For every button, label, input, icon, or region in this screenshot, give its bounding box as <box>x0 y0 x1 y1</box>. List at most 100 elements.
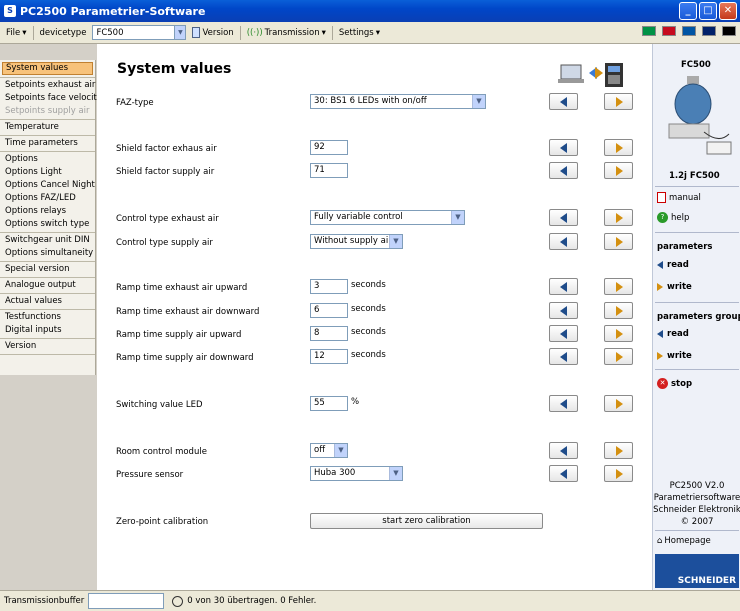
chevron-down-icon: ▼ <box>334 444 347 457</box>
sidebar-item[interactable]: Digital inputs <box>0 324 95 337</box>
ramp-ex-up-read-button[interactable] <box>549 278 578 295</box>
sidebar-item[interactable]: Setpoints exhaust air <box>0 79 95 92</box>
ramp-su-down-input[interactable]: 12 <box>310 349 348 364</box>
group-read-button[interactable]: read <box>657 329 689 339</box>
ctrl-supply-read-button[interactable] <box>549 233 578 250</box>
switch-led-read-button[interactable] <box>549 395 578 412</box>
sidebar-item[interactable]: Time parameters <box>0 137 95 150</box>
close-button[interactable]: ✕ <box>719 2 737 20</box>
pressure-write-button[interactable] <box>604 465 633 482</box>
shield-exhaust-read-button[interactable] <box>549 139 578 156</box>
sidebar-item: Setpoints supply air <box>5 106 90 116</box>
help-link[interactable]: ? help <box>657 212 689 223</box>
file-menu[interactable]: File ▾ <box>4 28 29 38</box>
sidebar-item[interactable]: Options <box>0 153 95 166</box>
ramp-ex-up-input[interactable]: 3 <box>310 279 348 294</box>
start-zero-calibration-button[interactable]: start zero calibration <box>310 513 543 529</box>
room-ctrl-read-button[interactable] <box>549 442 578 459</box>
switch-led-input[interactable]: 55 <box>310 396 348 411</box>
devicetype-value: FC500 <box>96 27 124 38</box>
stop-button[interactable]: ✕ stop <box>657 378 692 389</box>
title-bar: S PC2500 Parametrier-Software _ □ ✕ <box>0 0 740 22</box>
ctrl-supply-write-button[interactable] <box>604 233 633 250</box>
ramp-su-up-unit: seconds <box>351 327 386 337</box>
transmission-menu[interactable]: ((·)) Transmission ▾ <box>245 28 328 38</box>
pressure-read-button[interactable] <box>549 465 578 482</box>
ramp-su-up-read-button[interactable] <box>549 325 578 342</box>
room-ctrl-write-button[interactable] <box>604 442 633 459</box>
ctrl-exhaust-write-button[interactable] <box>604 209 633 226</box>
pressure-select[interactable]: Huba 300 ▼ <box>310 466 403 481</box>
transmission-buffer-field[interactable] <box>88 593 165 609</box>
sidebar-item[interactable]: Actual values <box>0 295 95 308</box>
faz-type-read-button[interactable] <box>549 93 578 110</box>
maximize-button[interactable]: □ <box>699 2 717 20</box>
sidebar-item[interactable]: Options Cancel Night <box>0 179 95 192</box>
home-icon: ⌂ <box>657 536 663 546</box>
sidebar-item[interactable]: Version <box>0 340 95 353</box>
homepage-label: Homepage <box>664 536 711 546</box>
language-flag-icon[interactable] <box>642 26 656 36</box>
shield-exhaust-write-button[interactable] <box>604 139 633 156</box>
shield-supply-value: 71 <box>314 165 325 175</box>
arrow-right-icon <box>616 143 623 153</box>
manual-link[interactable]: manual <box>657 192 701 203</box>
devicetype-select[interactable]: FC500 ▼ <box>92 25 187 40</box>
shield-exhaust-input[interactable]: 92 <box>310 140 348 155</box>
ramp-su-down-read-button[interactable] <box>549 348 578 365</box>
sidebar-item[interactable]: Special version <box>0 263 95 276</box>
parameters-write-button[interactable]: write <box>657 282 692 292</box>
sidebar-item[interactable]: Switchgear unit DIN <box>0 234 95 247</box>
ctrl-exhaust-read-button[interactable] <box>549 209 578 226</box>
app-icon: S <box>4 5 16 17</box>
sidebar-item[interactable]: Testfunctions <box>0 311 95 324</box>
sidebar-item[interactable]: Options Light <box>0 166 95 179</box>
sidebar-item[interactable]: Setpoints face velocity <box>0 92 102 105</box>
language-flag-icon[interactable] <box>702 26 716 36</box>
device-image-icon <box>659 74 735 164</box>
chevron-down-icon: ▼ <box>472 95 485 108</box>
homepage-link[interactable]: ⌂ Homepage <box>657 536 711 546</box>
version-button[interactable]: Version <box>190 27 235 38</box>
language-flag-icon[interactable] <box>682 26 696 36</box>
ramp-su-up-write-button[interactable] <box>604 325 633 342</box>
ramp-ex-down-read-button[interactable] <box>549 302 578 319</box>
ramp-ex-down-input[interactable]: 6 <box>310 303 348 318</box>
sidebar-item[interactable]: Options simultaneity <box>0 247 95 260</box>
ctrl-supply-select[interactable]: Without supply air ▼ <box>310 234 403 249</box>
sidebar-item[interactable]: Options relays <box>0 205 95 218</box>
minimize-button[interactable]: _ <box>679 2 697 20</box>
shield-supply-read-button[interactable] <box>549 162 578 179</box>
arrow-left-icon <box>657 260 663 269</box>
sidebar-item[interactable]: Options FAZ/LED <box>0 192 95 205</box>
ramp-su-down-unit: seconds <box>351 350 386 360</box>
language-flag-icon[interactable] <box>722 26 736 36</box>
language-flags <box>642 26 736 36</box>
arrow-right-icon <box>616 469 623 479</box>
shield-supply-write-button[interactable] <box>604 162 633 179</box>
sidebar-item[interactable]: System values <box>2 62 93 75</box>
ctrl-exhaust-select[interactable]: Fully variable control ▼ <box>310 210 465 225</box>
language-flag-icon[interactable] <box>662 26 676 36</box>
ramp-su-up-input[interactable]: 8 <box>310 326 348 341</box>
faz-type-select[interactable]: 30: BS1 6 LEDs with on/off ▼ <box>310 94 486 109</box>
group-write-button[interactable]: write <box>657 351 692 361</box>
divider <box>655 369 739 370</box>
stop-label: stop <box>671 379 693 389</box>
ramp-ex-up-write-button[interactable] <box>604 278 633 295</box>
sidebar-item[interactable]: Options switch type <box>0 218 95 231</box>
chevron-down-icon: ▼ <box>389 235 402 248</box>
shield-supply-input[interactable]: 71 <box>310 163 348 178</box>
parameters-read-button[interactable]: read <box>657 260 689 270</box>
ramp-ex-down-write-button[interactable] <box>604 302 633 319</box>
shield-supply-label: Shield factor supply air <box>116 167 215 177</box>
sidebar-item[interactable]: Analogue output <box>0 279 95 292</box>
room-ctrl-select[interactable]: off ▼ <box>310 443 348 458</box>
ramp-su-down-write-button[interactable] <box>604 348 633 365</box>
settings-menu[interactable]: Settings ▾ <box>337 28 382 38</box>
faz-type-write-button[interactable] <box>604 93 633 110</box>
sidebar-item[interactable]: Temperature <box>0 121 95 134</box>
switch-led-write-button[interactable] <box>604 395 633 412</box>
arrow-left-icon <box>560 237 567 247</box>
info-copyright: © 2007 <box>680 517 714 527</box>
